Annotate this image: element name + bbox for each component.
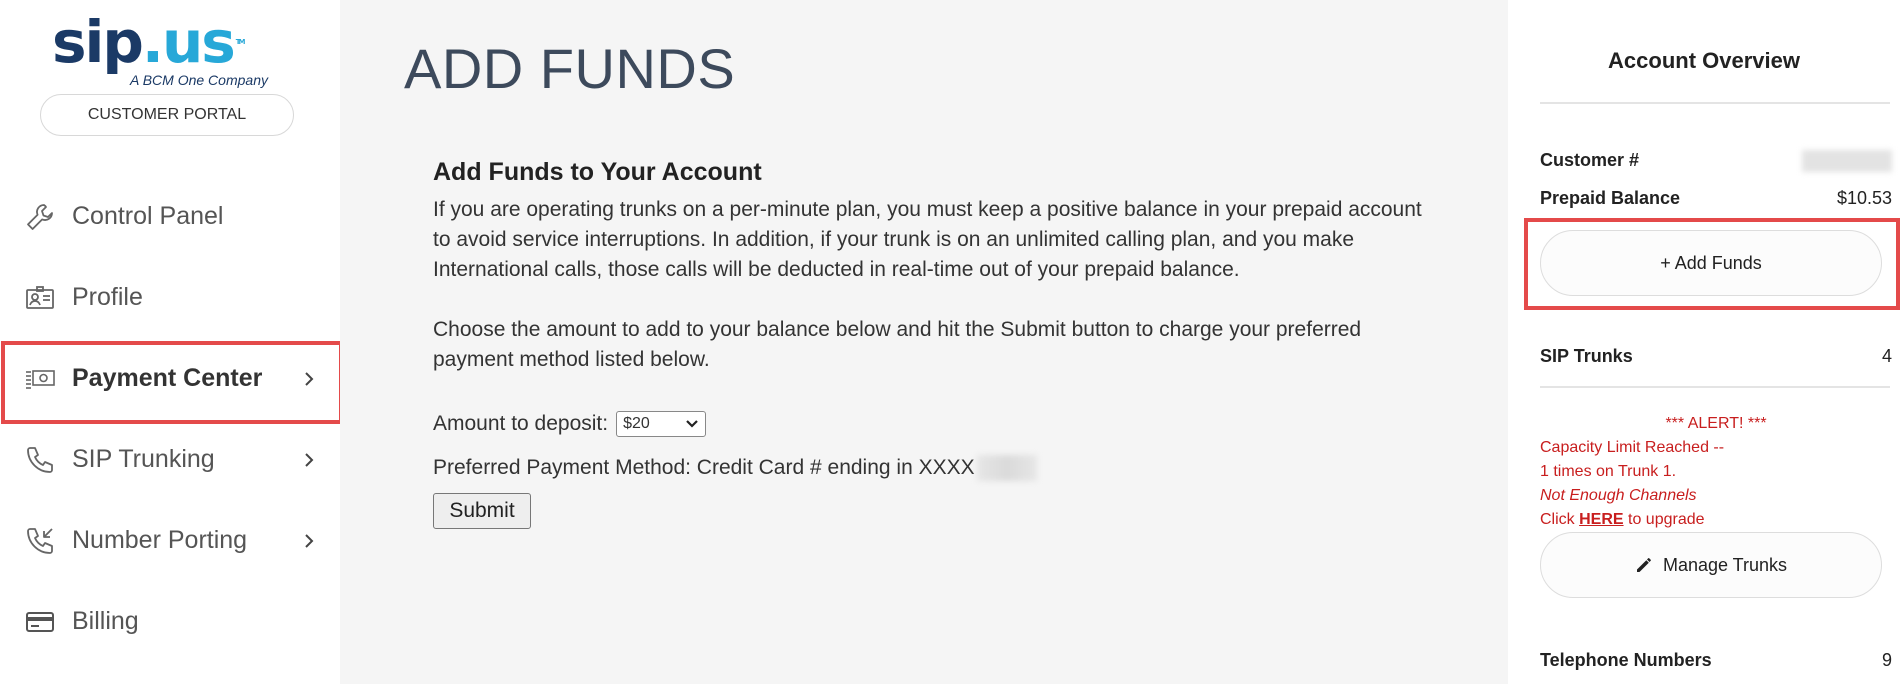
alert-click-prefix: Click — [1540, 511, 1580, 528]
upgrade-here-link[interactable]: HERE — [1579, 511, 1623, 528]
submit-button[interactable]: Submit — [433, 493, 531, 529]
prepaid-balance-label: Prepaid Balance — [1540, 188, 1681, 208]
manage-trunks-label: Manage Trunks — [1662, 554, 1788, 575]
id-card-icon — [26, 285, 54, 309]
deposit-selected-value: $20 — [623, 415, 650, 432]
alert-heading: *** ALERT! *** — [1665, 415, 1767, 432]
sip-trunks-label: SIP Trunks — [1540, 346, 1633, 366]
sidebar-item-label: Profile — [72, 283, 143, 311]
info-paragraph-1: If you are operating trunks on a per-min… — [433, 198, 1422, 281]
logo-part-b: .us — [141, 8, 236, 76]
account-overview-panel: Account Overview Customer # Prepaid Bala… — [1508, 0, 1900, 684]
logo-wordmark: sip.us TM — [52, 12, 292, 72]
sidebar-item-number-porting[interactable]: Number Porting — [0, 500, 340, 581]
logo-part-a: sip — [52, 8, 144, 76]
deposit-row: Amount to deposit: $20 — [433, 411, 1433, 437]
sidebar-item-control-panel[interactable]: Control Panel — [0, 176, 340, 257]
customer-number-label: Customer # — [1540, 150, 1640, 170]
sidebar-item-label: Payment Center — [72, 364, 263, 392]
divider — [1540, 386, 1890, 388]
payment-method-row: Preferred Payment Method: Credit Card # … — [433, 455, 1433, 481]
sidebar-item-payment-center[interactable]: Payment Center — [0, 338, 343, 424]
divider — [1540, 102, 1890, 104]
phone-incoming-icon — [27, 527, 53, 554]
chevron-right-icon — [305, 533, 314, 548]
add-funds-button[interactable]: + Add Funds — [1540, 230, 1882, 296]
customer-number-row: Customer # — [1540, 150, 1892, 172]
phone-icon — [27, 446, 53, 473]
logo-trademark: TM — [235, 38, 246, 46]
alert-line: Capacity Limit Reached -- — [1540, 439, 1725, 456]
info-paragraph-2: Choose the amount to add to your balance… — [433, 318, 1362, 371]
alert-channels-text: Not Enough Channels — [1540, 487, 1697, 504]
deposit-label: Amount to deposit: — [433, 412, 609, 435]
capacity-alert: *** ALERT! *** Capacity Limit Reached --… — [1540, 412, 1892, 532]
page-title: ADD FUNDS — [404, 37, 736, 100]
money-icon — [26, 369, 55, 389]
account-overview-title: Account Overview — [1608, 48, 1800, 73]
prepaid-balance-value: $10.53 — [1836, 188, 1892, 208]
add-funds-label: + Add Funds — [1660, 252, 1762, 273]
telephone-numbers-count: 9 — [1881, 650, 1892, 670]
pencil-icon — [1636, 558, 1651, 572]
logo-tagline: A BCM One Company — [130, 72, 268, 88]
chevron-right-icon — [305, 452, 314, 467]
add-funds-section: Add Funds to Your Account If you are ope… — [433, 158, 1433, 529]
telephone-numbers-label: Telephone Numbers — [1540, 650, 1712, 670]
sidebar-item-label: Number Porting — [72, 526, 248, 554]
redacted-card-digits — [976, 455, 1037, 481]
redacted-customer-number — [1802, 150, 1892, 172]
sidebar-item-profile[interactable]: Profile — [0, 257, 340, 338]
prepaid-balance-row: Prepaid Balance $10.53 — [1540, 188, 1892, 209]
sip-trunks-row: SIP Trunks 4 — [1540, 346, 1892, 367]
telephone-numbers-row: Telephone Numbers 9 — [1540, 650, 1892, 671]
manage-trunks-button[interactable]: Manage Trunks — [1540, 532, 1882, 598]
sidebar-item-billing[interactable]: Billing — [0, 581, 340, 662]
main-content: ADD FUNDS Add Funds to Your Account If y… — [340, 0, 1508, 684]
section-title: Add Funds to Your Account — [433, 158, 762, 186]
alert-upgrade-line: Click HERE to upgrade — [1540, 508, 1892, 532]
sipus-logo[interactable]: sip.us TM A BCM One Company — [52, 12, 292, 92]
sidebar-nav: Control Panel Profile Payment Center SIP… — [0, 176, 343, 662]
sidebar-item-label: Billing — [72, 607, 139, 635]
alert-click-suffix: to upgrade — [1623, 511, 1705, 528]
alert-line: Not Enough Channels — [1540, 484, 1892, 508]
sidebar-item-sip-trunking[interactable]: SIP Trunking — [0, 419, 340, 500]
payment-method-label: Preferred Payment Method: Credit Card # … — [433, 456, 975, 479]
sip-trunks-count: 4 — [1881, 346, 1892, 366]
deposit-amount-select[interactable]: $20 — [616, 411, 707, 437]
chevron-down-icon — [686, 420, 698, 428]
chevron-right-icon — [305, 371, 314, 386]
wrench-icon — [27, 203, 53, 230]
sidebar: sip.us TM A BCM One Company CUSTOMER PORT… — [0, 0, 343, 684]
alert-line: 1 times on Trunk 1. — [1540, 463, 1677, 480]
sidebar-item-label: Control Panel — [72, 202, 224, 230]
credit-card-icon — [26, 611, 54, 632]
sidebar-item-label: SIP Trunking — [72, 445, 215, 473]
customer-portal-badge[interactable]: CUSTOMER PORTAL — [40, 94, 294, 136]
